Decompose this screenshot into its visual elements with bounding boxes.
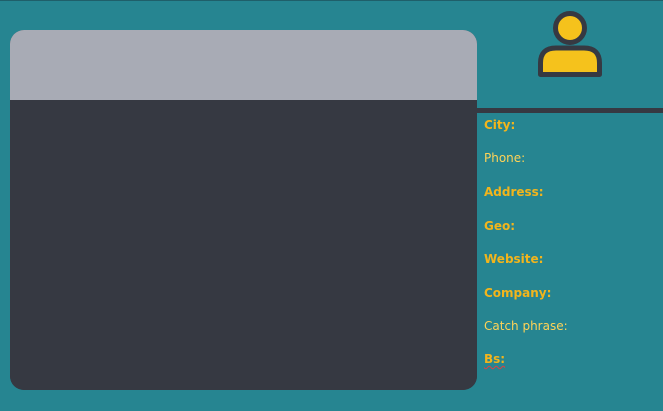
card-header bbox=[10, 30, 477, 100]
bs-label: Bs: bbox=[484, 352, 506, 366]
top-border bbox=[0, 0, 663, 1]
website-label: Website: bbox=[484, 252, 544, 266]
content-card bbox=[10, 30, 477, 390]
card-body bbox=[10, 100, 477, 390]
phone-label: Phone: bbox=[484, 151, 526, 165]
user-icon bbox=[538, 11, 602, 77]
address-label: Address: bbox=[484, 185, 544, 199]
company-label: Company: bbox=[484, 286, 552, 300]
geo-label: Geo: bbox=[484, 219, 516, 233]
city-label: City: bbox=[484, 118, 516, 132]
details-divider bbox=[477, 108, 663, 113]
catch-phrase-label: Catch phrase: bbox=[484, 319, 568, 333]
